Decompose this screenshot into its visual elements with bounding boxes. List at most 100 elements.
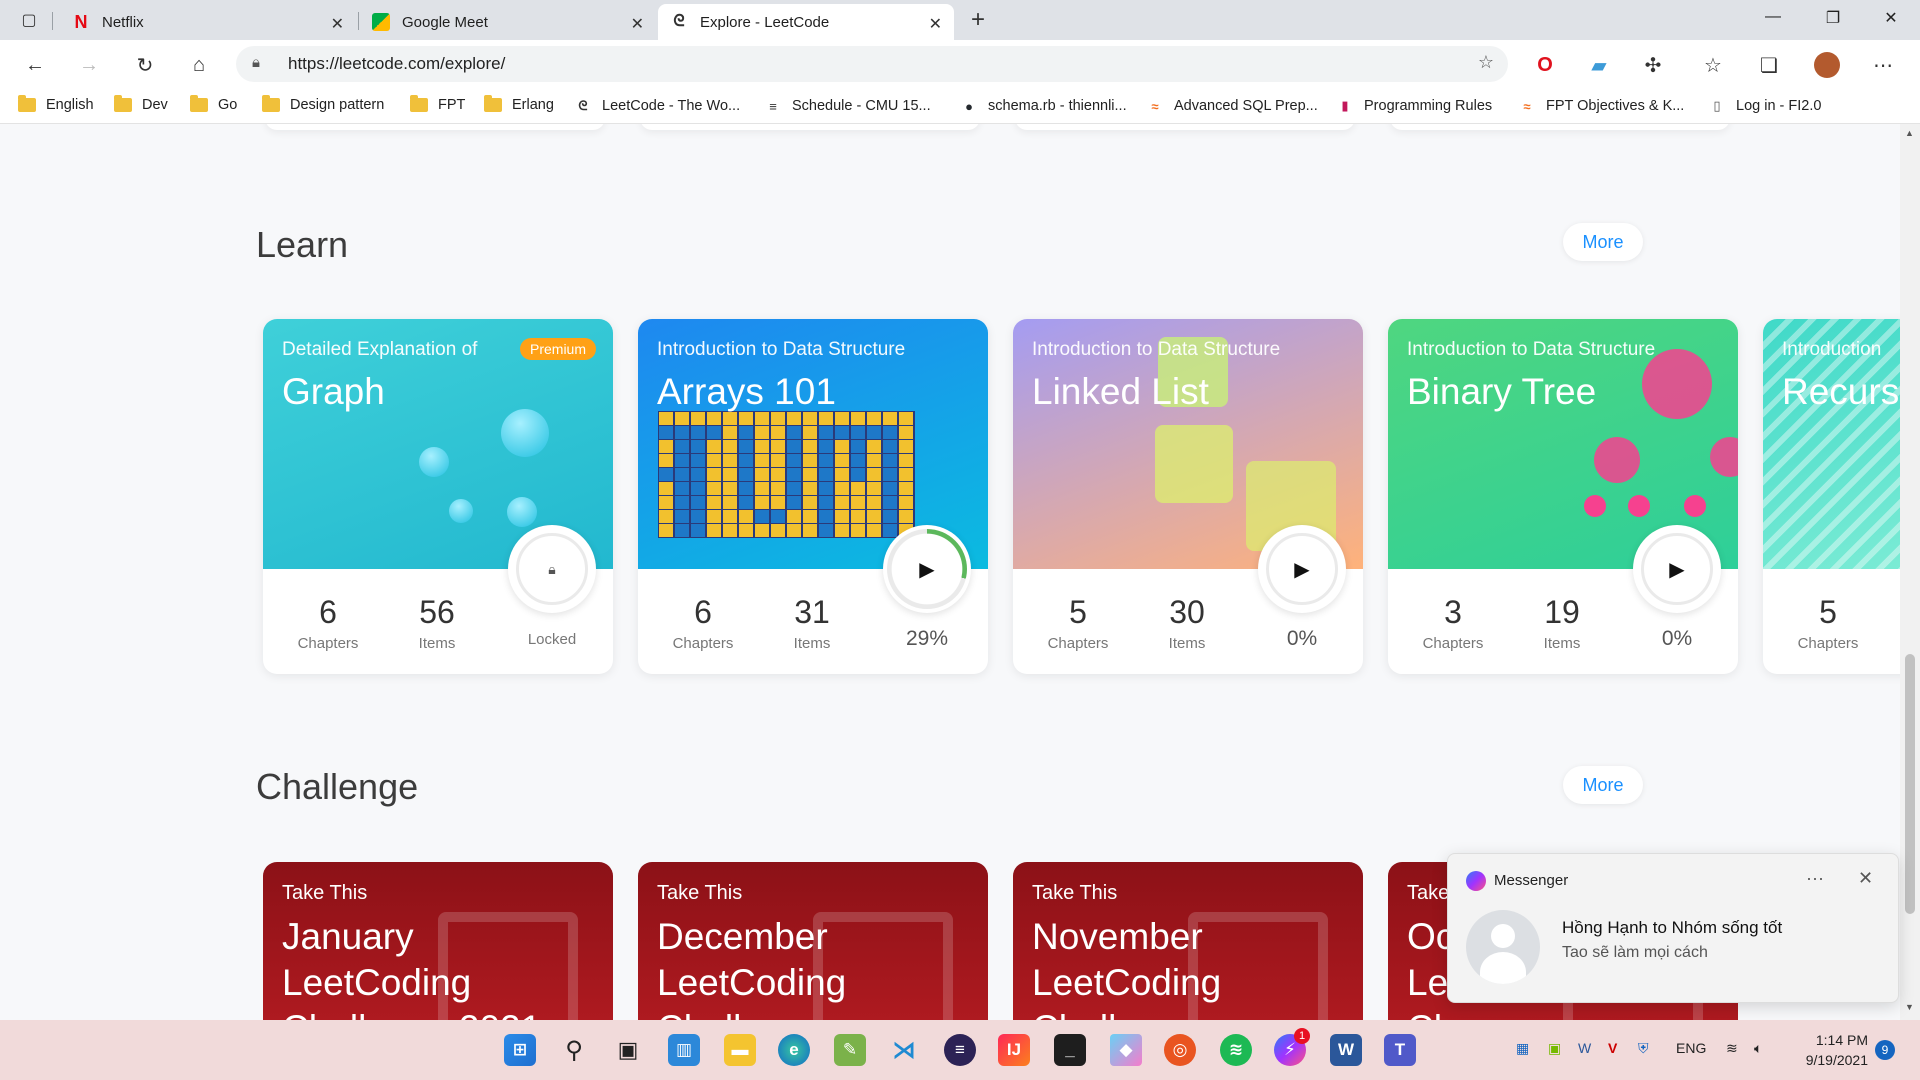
refresh-icon[interactable]: ↻ [132,52,158,78]
scroll-down-icon[interactable]: ▼ [1905,1002,1914,1012]
bookmark-label: English [46,97,94,113]
minimize-icon[interactable]: — [1758,8,1788,26]
learn-card[interactable]: Introduction to Data Structure Linked Lis… [1013,319,1363,674]
close-icon[interactable]: ✕ [1858,868,1873,889]
intellij-icon[interactable]: IJ [998,1034,1030,1066]
window-close-icon[interactable]: ✕ [1876,8,1906,28]
challenge-title: January LeetCoding Challenge 2021 [282,914,541,1020]
bookmark-item[interactable]: English [18,95,94,113]
learn-card[interactable]: Introduction to Data Structure Arrays 101… [638,319,988,674]
bookmark-item[interactable]: ● schema.rb - thiennli... [960,97,1127,115]
learn-more-button[interactable]: More [1563,223,1643,261]
edge-icon[interactable]: e [778,1034,810,1066]
bookmark-item[interactable]: ᘓ LeetCode - The Wo... [574,97,740,115]
challenge-title-line: December [657,916,828,957]
opera-icon[interactable]: O [1532,52,1558,78]
task-view-icon[interactable]: ▣ [612,1034,644,1066]
tab-netflix[interactable]: N Netflix ✕ [60,4,356,40]
collections-icon[interactable]: ❏ [1756,52,1782,78]
play-button[interactable]: ▶ [1258,525,1346,613]
lock-icon: 🔒︎ [548,560,556,577]
defender-icon[interactable]: ⛨ [1638,1040,1649,1057]
word-icon[interactable]: W [1330,1034,1362,1066]
new-tab-icon[interactable]: + [965,6,991,33]
scroll-thumb[interactable] [1905,654,1915,914]
chapters-count: 6 [694,594,712,630]
bookmark-item[interactable]: Erlang [484,95,554,113]
terminal-icon[interactable]: _ [1054,1034,1086,1066]
ubuntu-icon[interactable]: ◎ [1164,1034,1196,1066]
learn-card[interactable]: Introduction to Data Structure Binary Tre… [1388,319,1738,674]
game-app-icon[interactable]: ✎ [834,1034,866,1066]
play-icon: ▶ [1669,558,1685,581]
previous-card [1015,124,1355,130]
address-bar[interactable]: 🔒︎ https://leetcode.com/explore/ ☆ [236,46,1508,82]
url-text[interactable]: https://leetcode.com/explore/ [288,54,505,74]
language-indicator[interactable]: ENG [1676,1040,1706,1056]
sourcetree-icon[interactable]: ◆ [1110,1034,1142,1066]
challenge-more-button[interactable]: More [1563,766,1643,804]
close-icon[interactable]: ✕ [929,14,942,34]
leetcode-icon: ᘓ [578,98,588,113]
add-favorite-icon[interactable]: ☆ [1478,52,1494,73]
favorites-icon[interactable]: ☆ [1700,52,1726,78]
eclipse-icon[interactable]: ≡ [944,1034,976,1066]
nvidia-icon[interactable]: ▣ [1548,1040,1561,1057]
maximize-icon[interactable]: ❐ [1818,8,1848,28]
home-icon[interactable]: ⌂ [186,52,212,78]
clock[interactable]: 1:14 PM 9/19/2021 [1788,1030,1868,1070]
more-menu-icon[interactable]: ⋯ [1870,52,1896,78]
widgets-icon[interactable]: ▥ [668,1034,700,1066]
locked-button[interactable]: 🔒︎ [508,525,596,613]
learn-card[interactable]: Introduction Recurs 5 Chapters [1763,319,1900,674]
bookmark-item[interactable]: ▮ Programming Rules [1336,97,1492,115]
tab-actions-icon[interactable]: ▢ [16,7,42,33]
search-icon[interactable]: ⚲ [558,1034,590,1066]
scroll-up-icon[interactable]: ▲ [1905,128,1914,138]
challenge-card[interactable]: Take This January LeetCoding Challenge 2021 [263,862,613,1020]
folder-icon [484,95,502,112]
vscode-icon[interactable]: ⋊ [888,1034,920,1066]
bookmark-item[interactable]: ▯ Log in - FI2.0 [1708,97,1821,115]
progress-label: 0% [1286,627,1318,650]
word-tray-icon[interactable]: W [1578,1040,1591,1056]
bookmark-label: Erlang [512,97,554,113]
extensions-icon[interactable]: ✣ [1640,52,1666,78]
file-explorer-icon[interactable]: ▬ [724,1034,756,1066]
close-icon[interactable]: ✕ [631,14,644,34]
notification-options-icon[interactable]: ··· [1806,868,1824,889]
bookmark-item[interactable]: ≈ FPT Objectives & K... [1518,97,1684,115]
back-icon[interactable]: ← [22,52,48,78]
folder-extension-icon[interactable]: ▰ [1586,52,1612,78]
vietkey-icon[interactable]: V [1608,1040,1617,1056]
tab-google-meet[interactable]: Google Meet ✕ [360,4,656,40]
profile-avatar[interactable] [1814,52,1840,78]
challenge-card[interactable]: Take This December LeetCoding Challenge [638,862,988,1020]
volume-icon[interactable]: 🔈︎ [1754,1040,1762,1057]
challenge-take-label: Take [1407,882,1450,904]
teams-icon[interactable]: T [1384,1034,1416,1066]
play-button[interactable]: ▶ [1633,525,1721,613]
bookmark-item[interactable]: FPT [410,95,465,113]
bookmark-item[interactable]: Go [190,95,237,113]
lock-icon[interactable]: 🔒︎ [252,54,260,71]
close-icon[interactable]: ✕ [331,14,344,34]
tray-app-icon[interactable]: ▦ [1516,1040,1529,1057]
bookmark-item[interactable]: ≡ Schedule - CMU 15... [764,97,930,115]
play-button[interactable]: ▶ [883,525,971,613]
bookmark-item[interactable]: ≈ Advanced SQL Prep... [1146,97,1317,115]
challenge-card[interactable]: Take This November LeetCoding Challenge [1013,862,1363,1020]
bookmark-item[interactable]: Dev [114,95,168,113]
bookmark-item[interactable]: Design pattern [262,95,384,113]
notification-count-badge[interactable]: 9 [1875,1040,1895,1060]
tab-explore-leetcode[interactable]: ᘓ Explore - LeetCode ✕ [658,4,954,40]
forward-icon[interactable]: → [76,52,102,78]
learn-card[interactable]: Detailed Explanation of Graph Premium 6 Chap… [263,319,613,674]
challenge-title-line: Challenge [657,1006,846,1020]
wifi-icon[interactable]: ≋ [1726,1040,1738,1057]
windows-start-icon[interactable]: ⊞ [504,1034,536,1066]
messenger-notification[interactable]: Messenger ··· ✕ Hồng Hạnh to Nhóm sống t… [1447,853,1899,1003]
spotify-icon[interactable]: ≋ [1220,1034,1252,1066]
page-scrollbar[interactable]: ▲ ▼ [1900,124,1920,1020]
card-banner: Introduction Recurs [1763,319,1900,569]
